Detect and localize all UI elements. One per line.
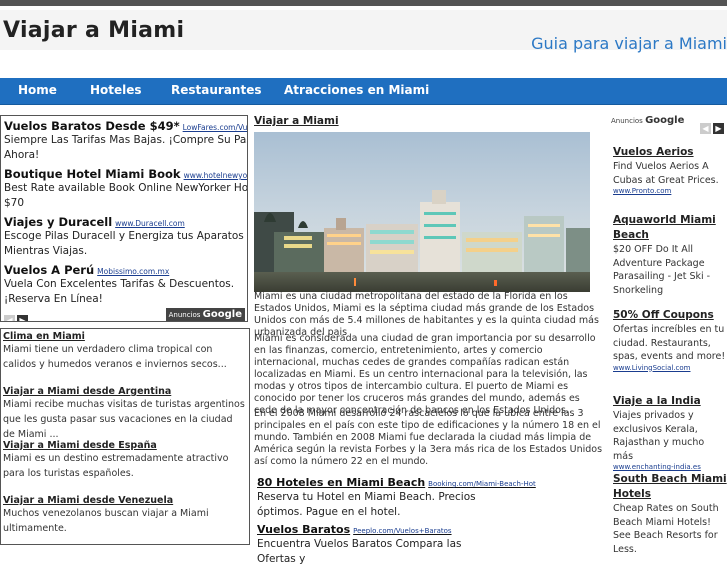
ad-item[interactable]: Vuelos A Perú Mobissimo.com.mx Vuela Con … <box>1 263 247 307</box>
right-ad-title[interactable]: Aquaworld Miami Beach <box>613 213 727 243</box>
ad-item[interactable]: Boutique Hotel Miami Bookwww.hotelnewyor… <box>1 167 248 211</box>
ad-title[interactable]: Boutique Hotel Miami Book <box>4 167 181 181</box>
right-ad-item[interactable]: 50% Off Coupons Ofertas increíbles en tu… <box>613 308 727 372</box>
ads-label-prefix: Anuncios <box>168 311 201 319</box>
list-item-title[interactable]: Viajar a Miami desde Argentina <box>3 386 247 397</box>
inline-ad-url[interactable]: Booking.com/Miami-Beach-Hot <box>428 480 536 488</box>
right-ad-title[interactable]: South Beach Miami Hotels <box>613 472 727 502</box>
right-ad-url[interactable]: www.LivingSocial.com <box>613 364 727 372</box>
site-header: Viajar a Miami Guia para viajar a Miami <box>0 6 727 53</box>
right-ad-url[interactable]: www.enchanting-india.es <box>613 463 727 471</box>
ad-title[interactable]: Vuelos Baratos Desde $49* <box>4 119 180 133</box>
right-ad-item[interactable]: South Beach Miami Hotels Cheap Rates on … <box>613 472 727 556</box>
right-ad-title[interactable]: Viaje a la India <box>613 394 727 409</box>
ad-title[interactable]: Viajes y Duracell <box>4 215 112 229</box>
right-ad-text: Ofertas increíbles en tu ciudad. Restaur… <box>613 324 726 362</box>
article-title[interactable]: Viajar a Miami <box>254 115 606 127</box>
right-ad-text: Find Vuelos Aerios A Cubas at Great Pric… <box>613 161 719 186</box>
site-tagline: Guia para viajar a Miami <box>531 34 727 53</box>
inline-ad-headline[interactable]: Vuelos Baratos <box>257 523 350 536</box>
main-nav: Home Hoteles Restaurantes Atracciones en… <box>0 78 727 105</box>
nav-restaurantes[interactable]: Restaurantes <box>171 83 261 97</box>
ad-url[interactable]: LowFares.com/Vuelos-Baratos <box>183 123 247 132</box>
list-item-title[interactable]: Clima en Miami <box>3 331 247 342</box>
nav-atracciones[interactable]: Atracciones en Miami <box>284 83 429 97</box>
right-ad-title[interactable]: 50% Off Coupons <box>613 308 727 323</box>
list-item-title[interactable]: Viajar a Miami desde Venezuela <box>3 495 247 506</box>
right-ad-item[interactable]: Vuelos Aerios Find Vuelos Aerios A Cubas… <box>613 145 727 195</box>
list-item: Clima en Miami Miami tiene un verdadero … <box>1 331 249 372</box>
ad-url[interactable]: Mobissimo.com.mx <box>97 267 169 276</box>
nav-home[interactable]: Home <box>18 83 57 97</box>
left-article-list: Clima en Miami Miami tiene un verdadero … <box>0 328 250 545</box>
main-content: Viajar a Miami Miami es una ciudad metro… <box>254 115 606 565</box>
right-ad-url[interactable]: www.Pronto.com <box>613 187 727 195</box>
ads-by-google-label[interactable]: Anuncios Google <box>611 115 684 126</box>
right-ad-text: Viajes privados y exclusivos Kerala, Raj… <box>613 410 705 462</box>
left-ad-block: Vuelos Baratos Desde $49* LowFares.com/Vu… <box>0 115 248 322</box>
article-paragraph: Miami es considerada una ciudad de gran … <box>254 333 596 416</box>
prev-arrow-icon[interactable]: ◀ <box>700 123 711 134</box>
site-title[interactable]: Viajar a Miami <box>3 18 184 43</box>
ad-item[interactable]: Viajes y Duracell www.Duracell.com Escoge… <box>1 215 247 259</box>
list-item-text: Miami tiene un verdadero clima tropical … <box>3 344 227 370</box>
ad-text: Vuela Con Excelentes Tarifas & Descuento… <box>4 278 235 305</box>
inline-ad-url[interactable]: Peeplo.com/Vuelos+Baratos <box>353 527 451 535</box>
right-ad-item[interactable]: Aquaworld Miami Beach $20 OFF Do It All … <box>613 213 727 297</box>
right-ad-title[interactable]: Vuelos Aerios <box>613 145 727 160</box>
list-item: Viajar a Miami desde Venezuela Muchos ve… <box>1 495 249 536</box>
miami-photo <box>254 132 590 292</box>
list-item-text: Miami es un destino estremadamente atrac… <box>3 453 229 479</box>
list-item-text: Muchos venezolanos buscan viajar a Miami… <box>3 508 209 534</box>
inline-ad-title[interactable]: 80 Hoteles en Miami Beach Booking.com/Mia… <box>257 476 536 489</box>
nav-hoteles[interactable]: Hoteles <box>90 83 142 97</box>
list-item: Viajar a Miami desde Argentina Miami rec… <box>1 386 249 442</box>
prev-arrow-icon[interactable]: ◀ <box>4 315 15 321</box>
ad-url[interactable]: www.Duracell.com <box>115 219 185 228</box>
list-item-text: Miami recibe muchas visitas de turistas … <box>3 399 245 440</box>
ads-label-prefix: Anuncios <box>611 117 643 125</box>
ad-text: Best Rate available Book Online NewYorke… <box>4 182 248 209</box>
ads-by-google-label[interactable]: Anuncios Google <box>165 308 245 321</box>
next-arrow-icon[interactable]: ▶ <box>17 315 28 321</box>
ad-nav: ◀ ▶ <box>4 308 30 321</box>
article-paragraph: Miami es una ciudad metropolitana del es… <box>254 291 599 338</box>
ad-title[interactable]: Vuelos A Perú <box>4 263 94 277</box>
right-ad-item[interactable]: Viaje a la India Viajes privados y exclu… <box>613 394 727 471</box>
ad-item[interactable]: Vuelos Baratos Desde $49* LowFares.com/Vu… <box>1 119 248 163</box>
ad-text: Escoge Pilas Duracell y Energiza tus Apa… <box>4 230 244 257</box>
inline-ad-text: Encuentra Vuelos Baratos Compara las Ofe… <box>257 538 462 565</box>
list-item-title[interactable]: Viajar a Miami desde España <box>3 440 247 451</box>
inline-ad-text: Reserva tu Hotel en Miami Beach. Precios… <box>257 491 476 518</box>
google-logo: Google <box>645 115 685 126</box>
ad-url[interactable]: www.hotelnewyorkermiami.co <box>184 171 247 180</box>
right-ad-text: Cheap Rates on South Beach Miami Hotels!… <box>613 503 719 555</box>
right-ad-text: $20 OFF Do It All Adventure Package Para… <box>613 244 711 296</box>
list-item: Viajar a Miami desde España Miami es un … <box>1 440 249 481</box>
google-logo: Google <box>202 309 242 320</box>
next-arrow-icon[interactable]: ▶ <box>713 123 724 134</box>
article-paragraph: En el 2008 Miami desarrolló 24 rascaciel… <box>254 408 603 467</box>
inline-ad-headline[interactable]: 80 Hoteles en Miami Beach <box>257 476 425 489</box>
ad-text: Siempre Las Tarifas Mas Bajas. ¡Compre S… <box>4 134 248 161</box>
inline-ad-title[interactable]: Vuelos Baratos Peeplo.com/Vuelos+Baratos <box>257 523 452 536</box>
ad-nav: ◀ ▶ <box>700 116 726 135</box>
